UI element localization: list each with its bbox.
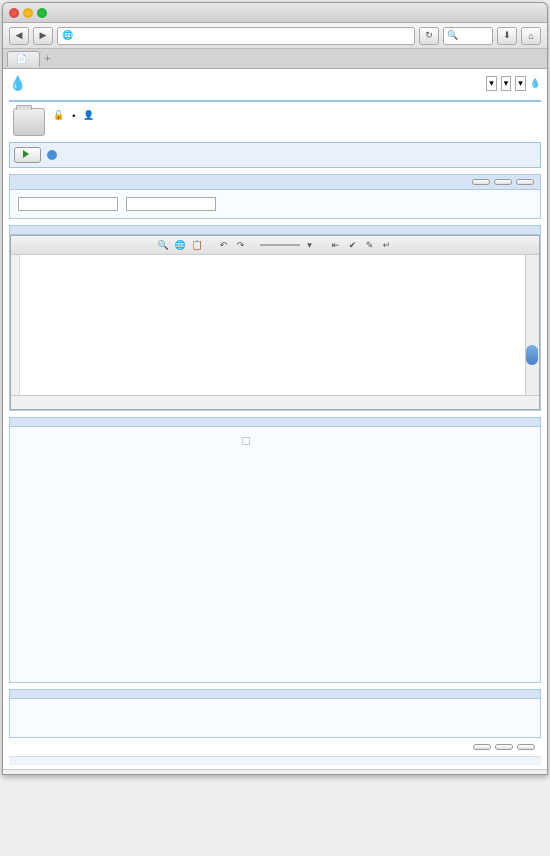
zoom-window-icon[interactable] [37, 8, 47, 18]
browser-status-bar [3, 769, 547, 774]
project-folder-icon [13, 108, 45, 136]
browser-toolbar: ◀ ▶ 🌐 ↻ 🔍 ⬇ ⌂ [3, 23, 547, 49]
aquafold-logo: 💧 [530, 78, 541, 89]
save-and-continue-button-bottom[interactable] [473, 744, 491, 750]
page-footer [9, 756, 541, 765]
save-button-bottom[interactable] [495, 744, 513, 750]
copy-icon[interactable]: 📋 [191, 238, 205, 252]
window-titlebar [3, 3, 547, 23]
back-button[interactable]: ◀ [9, 27, 29, 45]
chart-container [20, 437, 250, 672]
execute-button[interactable] [14, 147, 41, 163]
scrollbar[interactable] [525, 255, 539, 395]
reload-button[interactable]: ↻ [419, 27, 439, 45]
address-bar[interactable]: 🌐 [57, 27, 415, 45]
code-editor[interactable] [11, 255, 539, 395]
wrap-icon[interactable]: ↵ [380, 238, 394, 252]
description-input[interactable] [126, 197, 216, 211]
cancel-button-bottom[interactable] [517, 744, 535, 750]
check-icon[interactable]: ✔ [346, 238, 360, 252]
user-menu[interactable]: ▾ [515, 76, 526, 91]
info-icon [47, 150, 57, 160]
close-window-icon[interactable] [9, 8, 19, 18]
undo-icon[interactable]: ↶ [217, 238, 231, 252]
forward-button[interactable]: ▶ [33, 27, 53, 45]
font-size-select[interactable] [260, 244, 300, 246]
browser-search[interactable]: 🔍 [443, 27, 493, 45]
browser-tab[interactable]: 📄 [7, 51, 40, 67]
redo-icon[interactable]: ↷ [234, 238, 248, 252]
save-and-continue-button[interactable] [472, 179, 490, 185]
save-button[interactable] [494, 179, 512, 185]
user-avatar-icon: 👤 [83, 110, 94, 121]
tab-favicon: 📄 [16, 54, 27, 65]
home-button[interactable]: ⌂ [521, 27, 541, 45]
chart-legend [242, 437, 250, 445]
tool-icon[interactable]: ✎ [363, 238, 377, 252]
bar-chart [20, 449, 250, 669]
console-output [14, 703, 536, 733]
dedent-icon[interactable]: ⇤ [329, 238, 343, 252]
cancel-button[interactable] [516, 179, 534, 185]
new-tab-button[interactable]: + [44, 53, 50, 65]
aqua-data-server-logo: 💧 [9, 75, 28, 92]
minimize-window-icon[interactable] [23, 8, 33, 18]
browser-tabbar: 📄 + [3, 49, 547, 69]
download-button[interactable]: ⬇ [497, 27, 517, 45]
scroll-thumb[interactable] [526, 345, 538, 365]
main-menu [9, 94, 541, 102]
language-select[interactable]: ▾ [501, 76, 512, 91]
dropdown-icon[interactable]: ▾ [303, 238, 317, 252]
globe-icon[interactable]: 🌐 [174, 238, 188, 252]
lock-open-icon: 🔓 [53, 110, 64, 121]
open-api-docs-link[interactable] [47, 150, 60, 160]
editor-toolbar: 🔍 🌐 📋 ↶ ↷ ▾ ⇤ ✔ ✎ ↵ [11, 236, 539, 255]
play-icon [23, 150, 29, 158]
name-input[interactable] [18, 197, 118, 211]
project-select[interactable]: ▾ [486, 76, 497, 91]
find-icon[interactable]: 🔍 [157, 238, 171, 252]
